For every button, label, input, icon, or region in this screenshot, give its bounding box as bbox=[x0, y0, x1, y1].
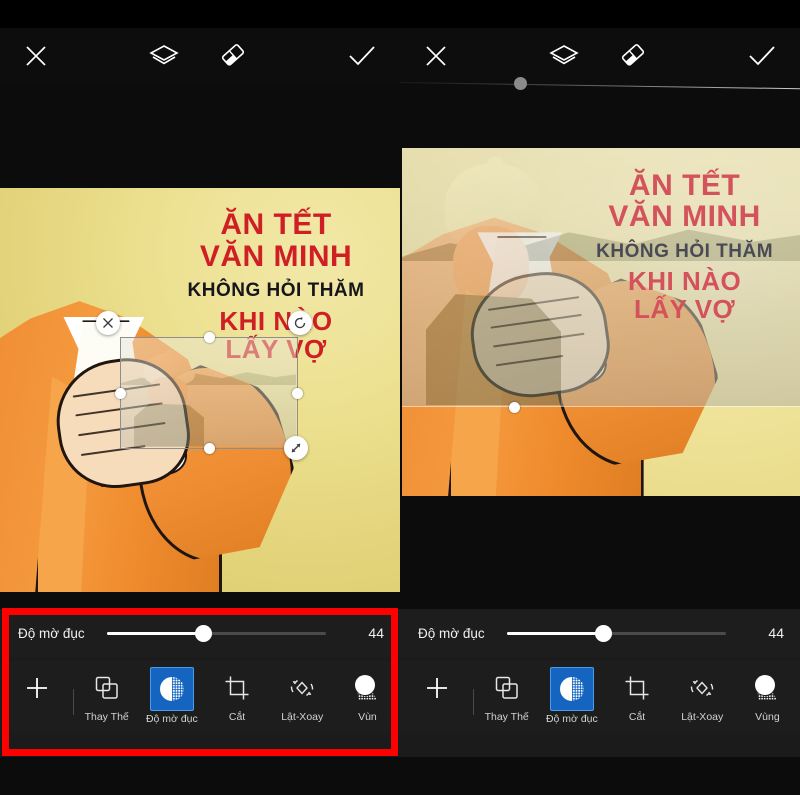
canvas-right[interactable]: ĂN TẾT VĂN MINH KHÔNG HỎI THĂM KHI NÀO L… bbox=[402, 148, 800, 496]
tool-region-label: Vùng bbox=[755, 711, 780, 723]
headline-line-4: KHI NÀO bbox=[627, 266, 742, 297]
nav-bar-left bbox=[0, 757, 400, 795]
close-icon[interactable] bbox=[408, 28, 464, 84]
add-layer-button[interactable] bbox=[0, 661, 73, 733]
check-icon[interactable] bbox=[334, 28, 390, 84]
crop-icon bbox=[215, 667, 259, 709]
tool-flip-rotate[interactable]: Lật-Xoay bbox=[670, 661, 735, 733]
opacity-slider-track[interactable] bbox=[506, 624, 726, 642]
close-icon[interactable] bbox=[8, 28, 64, 84]
top-toolbar-right bbox=[400, 28, 800, 84]
opacity-slider-label: Độ mờ đục bbox=[418, 625, 485, 641]
opacity-slider-thumb[interactable] bbox=[594, 624, 612, 642]
opacity-slider-value: 44 bbox=[368, 625, 384, 641]
opacity-slider-thumb[interactable] bbox=[194, 624, 212, 642]
artwork-left: ĂN TẾT VĂN MINH KHÔNG HỎI THĂM KHI NÀO L… bbox=[0, 188, 400, 592]
panel-right: ĂN TẾT VĂN MINH KHÔNG HỎI THĂM KHI NÀO L… bbox=[400, 0, 800, 795]
tool-replace-label: Thay Thế bbox=[484, 711, 529, 723]
screenshot-root: ĂN TẾT VĂN MINH KHÔNG HỎI THĂM KHI NÀO L… bbox=[0, 0, 800, 795]
headline-line-3: KHÔNG HỎI THĂM bbox=[596, 241, 774, 263]
canvas-left[interactable]: ĂN TẾT VĂN MINH KHÔNG HỎI THĂM KHI NÀO L… bbox=[0, 188, 400, 592]
tool-crop[interactable]: Cắt bbox=[204, 661, 269, 733]
copy-layers-icon bbox=[485, 667, 529, 709]
handle-right[interactable] bbox=[292, 387, 303, 399]
opacity-slider-row-right[interactable]: Độ mờ đục 44 bbox=[400, 609, 800, 657]
photo-person bbox=[425, 156, 562, 406]
tool-region-label: Vùn bbox=[358, 711, 377, 723]
tool-crop-label: Cắt bbox=[228, 711, 246, 723]
opacity-slider-fill bbox=[106, 631, 204, 635]
layer-edge-line bbox=[402, 405, 800, 407]
handle-top[interactable] bbox=[203, 332, 215, 344]
opacity-icon bbox=[149, 667, 194, 711]
headline-line-1: ĂN TẾT bbox=[220, 208, 332, 242]
region-icon bbox=[345, 667, 389, 709]
bottom-panel-right: Độ mờ đục 44 Thay Thế Độ mờ đục Cắt Lật-… bbox=[400, 609, 800, 757]
opacity-slider-track[interactable] bbox=[106, 624, 326, 642]
tool-opacity-label: Độ mờ đục bbox=[145, 713, 198, 725]
artwork-right: ĂN TẾT VĂN MINH KHÔNG HỎI THĂM KHI NÀO L… bbox=[402, 148, 800, 496]
tool-opacity-label: Độ mờ đục bbox=[545, 713, 598, 725]
layers-icon[interactable] bbox=[536, 28, 592, 84]
status-bar-left bbox=[0, 0, 400, 28]
tool-flip-rotate-label: Lật-Xoay bbox=[681, 711, 724, 723]
headline-line-5: LẤY VỢ bbox=[633, 294, 736, 325]
opacity-slider-row-left[interactable]: Độ mờ đục 44 bbox=[0, 609, 400, 657]
handle-left[interactable] bbox=[115, 387, 126, 399]
headline-line-4: KHI NÀO bbox=[219, 305, 333, 336]
photo-person-body bbox=[425, 294, 562, 406]
panel-left: ĂN TẾT VĂN MINH KHÔNG HỎI THĂM KHI NÀO L… bbox=[0, 0, 400, 795]
status-bar-right bbox=[400, 0, 800, 28]
nav-bar-right bbox=[400, 757, 800, 795]
opacity-slider-label: Độ mờ đục bbox=[18, 625, 85, 641]
tool-strip-right[interactable]: Thay Thế Độ mờ đục Cắt Lật-Xoay Vùng bbox=[400, 661, 800, 733]
flip-rotate-icon bbox=[280, 667, 324, 709]
headline-line-1: ĂN TẾT bbox=[628, 168, 741, 202]
plus-icon bbox=[15, 667, 59, 709]
tool-region[interactable]: Vùng bbox=[735, 661, 800, 733]
bottom-panel-left: Độ mờ đục 44 Thay Thế Độ mờ đục Cắt Lật-… bbox=[0, 609, 400, 757]
tool-flip-rotate[interactable]: Lật-Xoay bbox=[270, 661, 335, 733]
tool-opacity[interactable]: Độ mờ đục bbox=[539, 661, 604, 733]
copy-layers-icon bbox=[85, 667, 129, 709]
tool-replace[interactable]: Thay Thế bbox=[474, 661, 539, 733]
opacity-slider-value: 44 bbox=[768, 625, 784, 641]
opacity-slider-fill bbox=[506, 631, 604, 635]
tool-crop-label: Cắt bbox=[628, 711, 646, 723]
eraser-icon[interactable] bbox=[206, 28, 262, 84]
plus-icon bbox=[415, 667, 459, 709]
headline-text-right: ĂN TẾT VĂN MINH KHÔNG HỎI THĂM KHI NÀO L… bbox=[577, 169, 792, 325]
tool-replace[interactable]: Thay Thế bbox=[74, 661, 139, 733]
tool-crop[interactable]: Cắt bbox=[604, 661, 669, 733]
region-icon bbox=[745, 667, 789, 709]
check-icon[interactable] bbox=[734, 28, 790, 84]
add-layer-button[interactable] bbox=[400, 661, 473, 733]
tool-replace-label: Thay Thế bbox=[84, 711, 129, 723]
tool-flip-rotate-label: Lật-Xoay bbox=[281, 711, 324, 723]
headline-line-3: KHÔNG HỎI THĂM bbox=[187, 280, 365, 302]
eraser-icon[interactable] bbox=[606, 28, 662, 84]
tool-region[interactable]: Vùn bbox=[335, 661, 400, 733]
flip-rotate-icon bbox=[680, 667, 724, 709]
tool-opacity[interactable]: Độ mờ đục bbox=[139, 661, 204, 733]
layers-icon[interactable] bbox=[136, 28, 192, 84]
headline-line-2: VĂN MINH bbox=[608, 200, 761, 234]
handle-bottom[interactable] bbox=[203, 442, 215, 454]
headline-line-2: VĂN MINH bbox=[199, 239, 353, 273]
tool-strip-left[interactable]: Thay Thế Độ mờ đục Cắt Lật-Xoay Vùn bbox=[0, 661, 400, 733]
top-toolbar-left bbox=[0, 28, 400, 84]
crop-icon bbox=[615, 667, 659, 709]
layer-selection-frame[interactable] bbox=[115, 332, 303, 454]
opacity-icon bbox=[549, 667, 594, 711]
